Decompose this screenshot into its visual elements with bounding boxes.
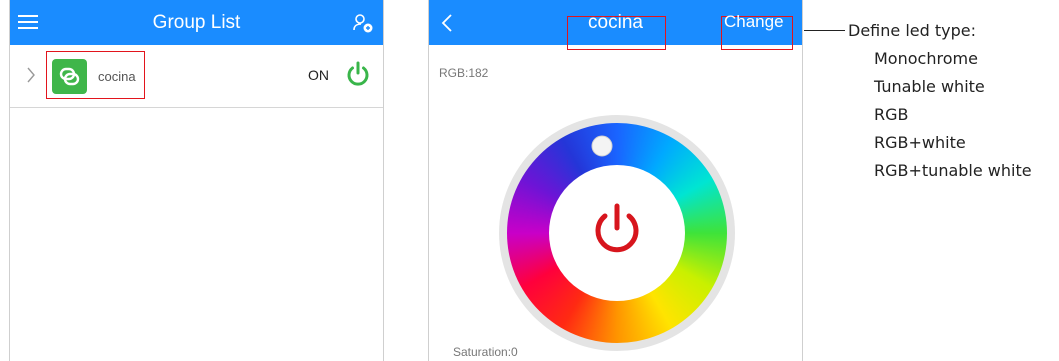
led-type-item: Tunable white xyxy=(874,77,985,96)
led-type-item: Monochrome xyxy=(874,49,978,68)
group-state: ON xyxy=(308,67,329,83)
led-type-item: RGB+tunable white xyxy=(874,161,1032,180)
group-list-screen: Group List cocina ON xyxy=(9,0,384,361)
group-icon xyxy=(52,59,87,94)
chevron-right-icon[interactable] xyxy=(26,65,36,85)
group-settings-icon[interactable] xyxy=(352,12,374,34)
annotation-title: Define led type: xyxy=(848,21,976,40)
rgb-value-label: RGB:182 xyxy=(439,66,489,80)
page-title: Group List xyxy=(152,12,241,33)
hue-handle[interactable] xyxy=(591,135,613,157)
link-icon xyxy=(59,67,80,86)
wheel-center xyxy=(549,165,685,301)
annotation-connector xyxy=(804,30,845,31)
group-list-header: Group List xyxy=(10,0,383,45)
menu-icon[interactable] xyxy=(18,15,38,31)
group-name: cocina xyxy=(98,69,136,84)
color-wheel[interactable] xyxy=(499,115,735,351)
led-type-item: RGB+white xyxy=(874,133,966,152)
change-button[interactable]: Change xyxy=(724,12,784,32)
saturation-label: Saturation:0 xyxy=(453,345,518,359)
detail-header: cocina Change xyxy=(429,0,802,50)
power-icon[interactable] xyxy=(344,60,372,88)
group-row-cocina[interactable]: cocina ON xyxy=(10,45,383,108)
led-type-item: RGB xyxy=(874,105,909,124)
group-detail-screen: cocina Change RGB:182 Saturation:0 xyxy=(428,0,803,361)
